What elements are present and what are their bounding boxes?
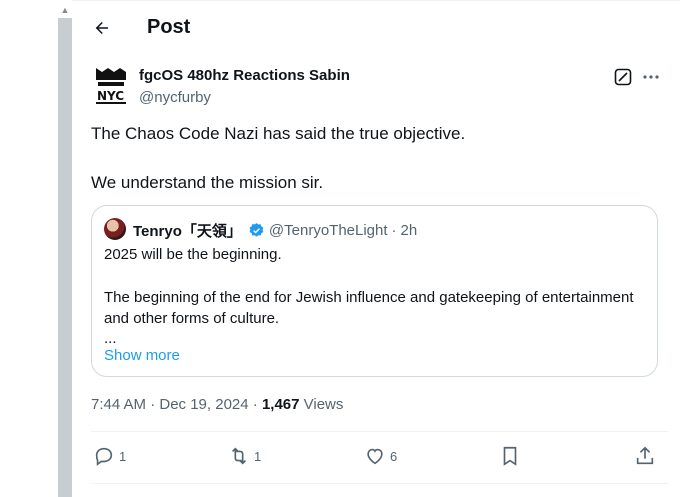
repost-count: 1 [254, 448, 262, 464]
action-bar: 1 1 6 [91, 443, 661, 469]
page-title: Post [147, 16, 191, 38]
divider [91, 483, 668, 484]
views-label: Views [299, 396, 344, 413]
divider [91, 431, 668, 432]
reply-count: 1 [119, 448, 127, 464]
post-text-paragraph-1: The Chaos Code Nazi has said the true ob… [91, 124, 466, 143]
grok-icon [614, 68, 632, 86]
show-more-link[interactable]: Show more [104, 347, 180, 364]
nyc-logo-icon: NYC [96, 68, 126, 104]
scrollbar-thumb[interactable] [58, 18, 72, 497]
quoted-author-name[interactable]: Tenryo「天領」 [133, 220, 242, 241]
quoted-post[interactable]: Tenryo「天領」 @TenryoTheLight · 2h 2025 wil… [91, 205, 658, 377]
author-name[interactable]: fgcOS 480hz Reactions Sabin [139, 67, 350, 84]
views-count: 1,467 [261, 396, 300, 413]
quoted-text-line-1: 2025 will be the beginning. [104, 246, 282, 263]
post-column: Post NYC fgcOS 480hz Reactions Sabin @ny… [72, 0, 680, 497]
post-text: The Chaos Code Nazi has said the true ob… [91, 122, 466, 192]
share-button[interactable] [634, 443, 656, 469]
quoted-time[interactable]: 2h [401, 222, 418, 239]
quoted-separator: · [391, 222, 397, 239]
quoted-text-ellipsis: ... [104, 330, 117, 347]
back-button[interactable] [88, 14, 116, 42]
page-header: Post [72, 0, 680, 56]
post-timestamp[interactable]: 7:44 AM · Dec 19, 2024 · [91, 396, 262, 413]
heart-icon [367, 448, 383, 465]
more-options-button[interactable] [640, 66, 662, 88]
reply-icon [95, 447, 113, 466]
grok-button[interactable] [614, 68, 632, 86]
more-horizontal-icon [643, 75, 659, 79]
repost-icon [231, 447, 247, 465]
quoted-header: Tenryo「天領」 @TenryoTheLight · 2h [133, 220, 417, 241]
bookmark-button[interactable] [499, 443, 521, 469]
repost-button[interactable]: 1 [228, 443, 261, 469]
post-text-paragraph-2: We understand the mission sir. [91, 173, 324, 192]
reply-button[interactable]: 1 [93, 443, 126, 469]
verified-badge-icon [249, 223, 264, 237]
like-button[interactable]: 6 [364, 443, 397, 469]
author-handle[interactable]: @nycfurby [139, 89, 211, 106]
scrollbar-gutter [0, 0, 58, 497]
svg-text:NYC: NYC [97, 89, 124, 103]
quoted-avatar[interactable] [104, 218, 126, 240]
like-count: 6 [390, 448, 398, 464]
post-metadata: 7:44 AM · Dec 19, 2024 · 1,467 Views [91, 396, 343, 413]
quoted-author-handle[interactable]: @TenryoTheLight [269, 222, 388, 239]
share-icon [636, 446, 654, 465]
quoted-text-line-2: The beginning of the end for Jewish infl… [104, 289, 634, 327]
scroll-up-arrow-icon[interactable]: ▲ [59, 4, 71, 16]
bookmark-icon [503, 446, 517, 466]
avatar[interactable]: NYC [94, 66, 128, 106]
arrow-left-icon [95, 22, 108, 34]
